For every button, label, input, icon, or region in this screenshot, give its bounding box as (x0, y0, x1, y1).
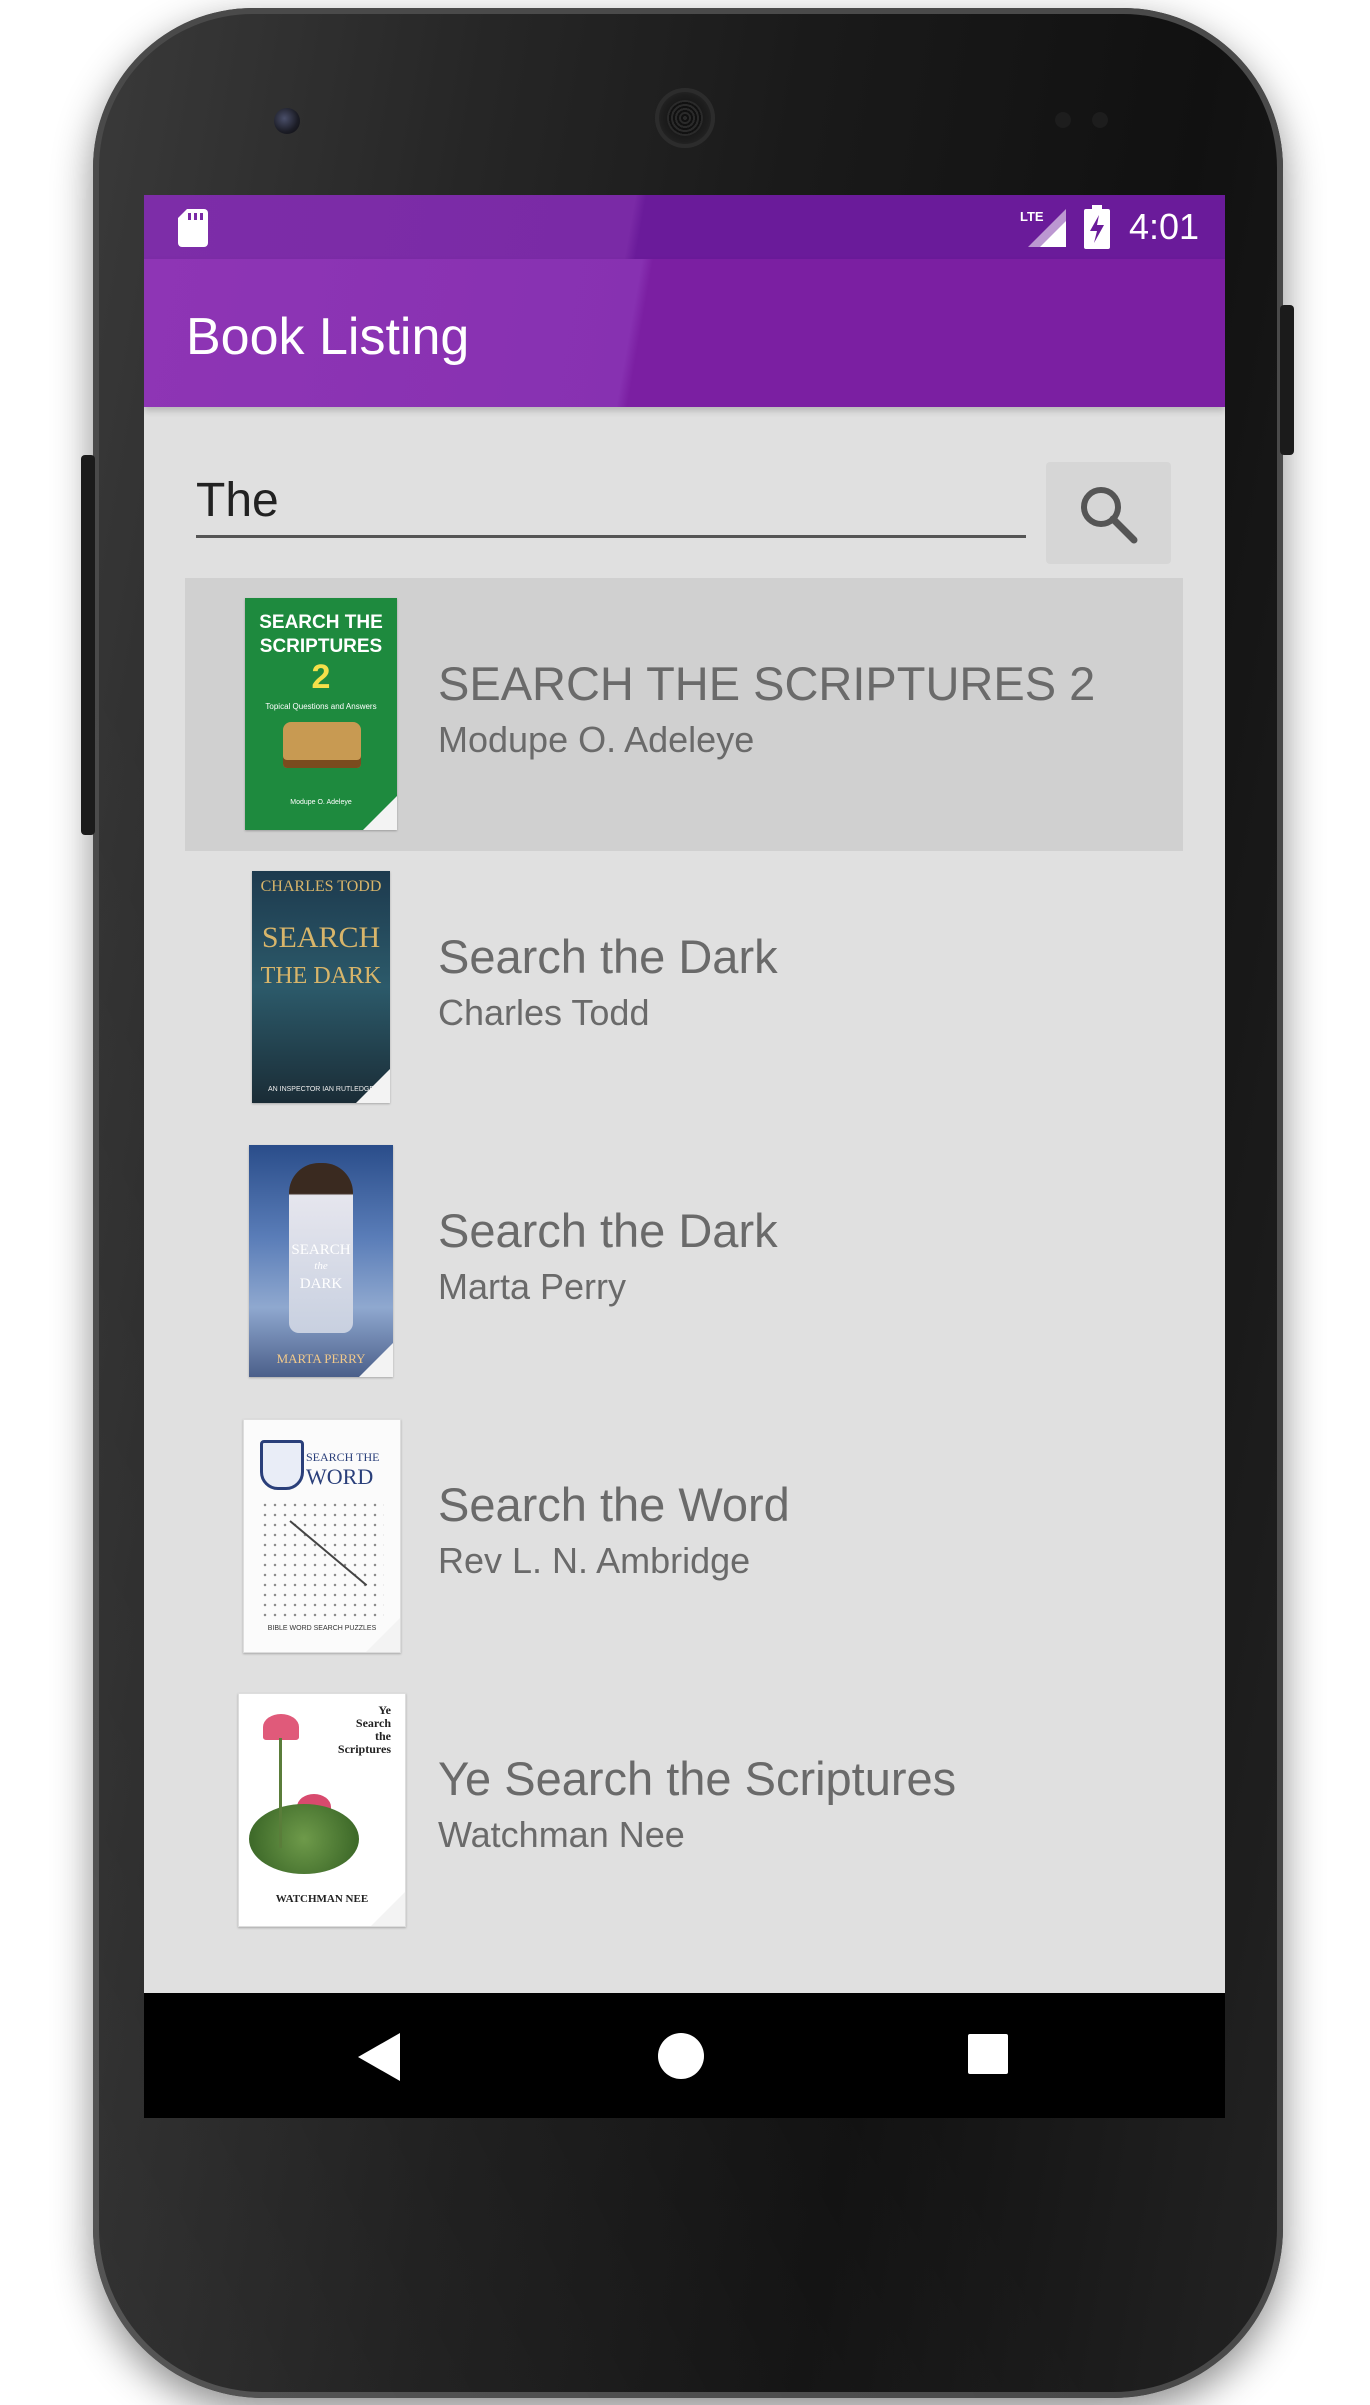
search-button[interactable] (1046, 462, 1171, 564)
book-author: Rev L. N. Ambridge (438, 1540, 751, 1581)
cover-text: WORD (306, 1464, 374, 1489)
cover-text: SEARCH THE (259, 612, 383, 633)
cover-text: the (314, 1260, 328, 1272)
shield-logo-icon (260, 1440, 304, 1490)
lte-signal-icon: LTE (1020, 209, 1066, 247)
cover-text: Topical Questions and Answers (265, 702, 377, 711)
cover-text: Scriptures (337, 1742, 391, 1756)
svg-text:LTE: LTE (1020, 209, 1044, 224)
lotus-flower-illustration (263, 1714, 299, 1740)
book-title: Search the Dark (438, 1204, 778, 1257)
navigation-bar (144, 1993, 1225, 2118)
battery-charging-icon (1084, 205, 1110, 249)
book-list-item[interactable]: SEARCH the DARK MARTA PERRY Search the D… (185, 1125, 1183, 1398)
front-camera (274, 108, 300, 134)
book-cover-image: SEARCH THE SCRIPTURES 2 Topical Question… (245, 598, 397, 830)
cover-text: SCRIPTURES (259, 636, 383, 657)
page-curl (359, 1343, 393, 1377)
page-curl (371, 1892, 405, 1926)
earpiece-speaker (655, 88, 715, 148)
book-author: Marta Perry (438, 1266, 627, 1307)
book-list-item[interactable]: SEARCH THE WORD BIBLE WORD SEARCH PUZZLE… (185, 1399, 1183, 1672)
light-sensor (1092, 112, 1108, 128)
search-input[interactable] (196, 465, 1016, 535)
home-icon[interactable] (658, 2033, 704, 2079)
word-search-grid (260, 1500, 384, 1618)
book-author: Charles Todd (438, 992, 650, 1033)
book-author: Modupe O. Adeleye (438, 719, 755, 760)
book-list-item[interactable]: Ye Search the Scriptures WATCHMAN NEE Ye… (185, 1673, 1183, 1946)
book-cover-image: SEARCH the DARK MARTA PERRY (249, 1145, 393, 1377)
recents-icon[interactable] (968, 2034, 1008, 2074)
book-title: SEARCH THE SCRIPTURES 2 (438, 657, 1096, 710)
page-curl (356, 1069, 390, 1103)
cover-title-block: Ye Search the Scriptures (338, 1704, 391, 1756)
book-cover-image: SEARCH THE WORD BIBLE WORD SEARCH PUZZLE… (243, 1419, 401, 1653)
search-icon (1081, 487, 1138, 544)
cover-text: CHARLES TODD (260, 878, 382, 895)
app-toolbar: Book Listing (144, 259, 1225, 407)
status-bar: LTE 4:01 (144, 195, 1225, 259)
book-list-item[interactable]: SEARCH THE SCRIPTURES 2 Topical Question… (185, 578, 1183, 851)
proximity-sensor (1055, 112, 1071, 128)
lotus-leaf-illustration (249, 1804, 359, 1874)
cover-text: DARK (299, 1276, 343, 1292)
book-illustration (283, 722, 361, 768)
screen: LTE 4:01 Book Listing SEARCH THE SCRIPTU… (144, 195, 1225, 2118)
book-title: Search the Word (438, 1478, 790, 1531)
book-title: Ye Search the Scriptures (438, 1752, 957, 1805)
volume-button (81, 455, 95, 835)
back-icon[interactable] (358, 2033, 404, 2081)
book-list-item[interactable]: CHARLES TODD SEARCH THE DARK AN INSPECTO… (185, 851, 1183, 1124)
book-cover-image: CHARLES TODD SEARCH THE DARK AN INSPECTO… (252, 871, 390, 1103)
sd-card-icon (178, 209, 208, 247)
page-curl (366, 1618, 400, 1652)
cover-text: SEARCH (261, 921, 381, 954)
cover-text: SEARCH THE (306, 1450, 380, 1464)
power-button (1280, 305, 1294, 455)
lotus-stem (279, 1738, 282, 1848)
cover-text: THE DARK (260, 963, 382, 989)
cover-text: SEARCH (291, 1242, 351, 1258)
cover-text: 2 (311, 658, 331, 696)
book-cover-image: Ye Search the Scriptures WATCHMAN NEE (238, 1693, 406, 1927)
page-curl (363, 796, 397, 830)
status-time: 4:01 (1129, 206, 1200, 247)
book-title: Search the Dark (438, 930, 778, 983)
app-title: Book Listing (186, 308, 470, 366)
search-field[interactable] (196, 465, 1026, 538)
book-author: Watchman Nee (438, 1814, 685, 1855)
